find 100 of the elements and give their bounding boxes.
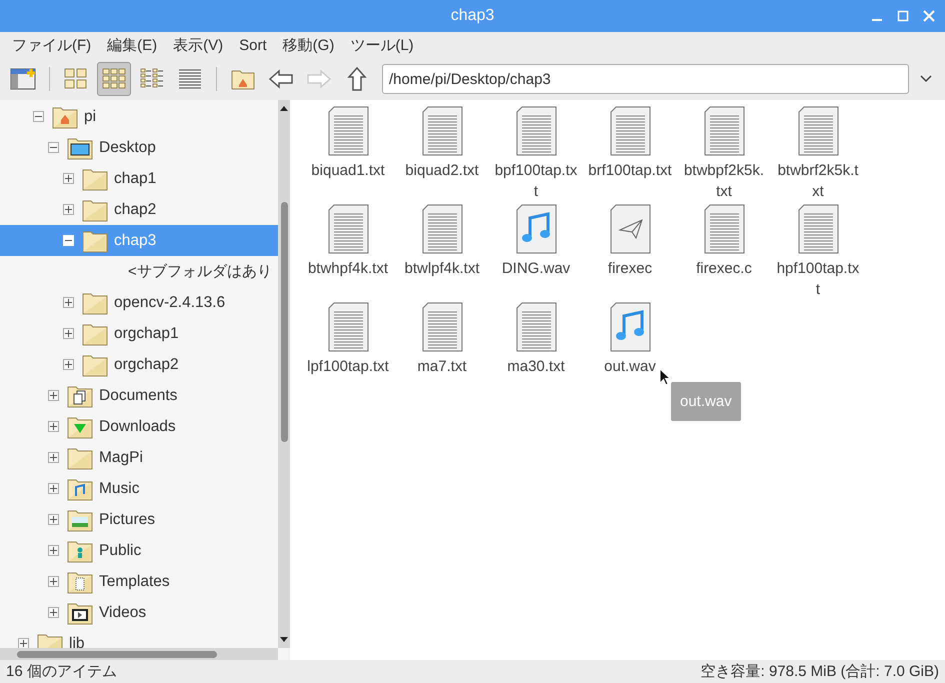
maximize-button[interactable]	[895, 8, 911, 24]
tree-item[interactable]: orgchap2	[0, 349, 278, 380]
file-item[interactable]: lpf100tap.txt	[301, 302, 395, 400]
video-folder-icon	[67, 600, 93, 624]
text-file-icon	[328, 204, 368, 254]
public-folder-icon	[67, 538, 93, 562]
expand-toggle[interactable]	[48, 483, 59, 494]
folder-icon	[82, 228, 108, 252]
folder-icon	[82, 352, 108, 376]
view-mode-button[interactable]	[97, 62, 131, 96]
maximize-icon	[897, 10, 909, 22]
text-file-icon	[704, 106, 744, 156]
expand-toggle[interactable]	[63, 204, 74, 215]
close-button[interactable]	[921, 8, 937, 24]
expand-toggle[interactable]	[48, 545, 59, 556]
menu-item[interactable]: ツール(L)	[342, 36, 422, 54]
menu-item[interactable]: 移動(G)	[274, 36, 342, 54]
large-icons-view-icon	[64, 68, 88, 90]
menu-item[interactable]: Sort	[231, 36, 275, 54]
collapse-toggle[interactable]	[48, 142, 59, 153]
menu-item[interactable]: 編集(E)	[99, 36, 166, 54]
file-item[interactable]: ma7.txt	[395, 302, 489, 400]
plus-icon	[64, 205, 73, 214]
expand-toggle[interactable]	[63, 328, 74, 339]
file-item[interactable]: firexec	[583, 204, 677, 302]
window-title: chap3	[450, 7, 494, 25]
detailed-list-view-icon	[178, 68, 202, 90]
desktop-folder-icon	[67, 136, 93, 160]
horizontal-scrollbar[interactable]	[0, 648, 278, 660]
tree-item[interactable]: Downloads	[0, 411, 278, 442]
documents-folder-icon	[67, 384, 93, 408]
plus-icon	[49, 484, 58, 493]
small-icons-view-icon	[102, 68, 126, 90]
mouse-cursor-icon	[659, 368, 671, 386]
plus-icon	[49, 577, 58, 586]
file-item[interactable]: btwhpf4k.txt	[301, 204, 395, 302]
plus-icon	[19, 639, 28, 648]
home-folder-icon	[52, 104, 78, 128]
file-item[interactable]: btwbrf2k5k.txt	[771, 106, 865, 204]
file-item[interactable]: firexec.c	[677, 204, 771, 302]
tree-item[interactable]: orgchap1	[0, 318, 278, 349]
expand-toggle[interactable]	[63, 359, 74, 370]
tree-item[interactable]: Videos	[0, 597, 278, 628]
folder-icon	[82, 322, 108, 346]
text-file-icon	[798, 106, 838, 156]
vertical-scrollbar[interactable]	[278, 100, 290, 648]
expand-toggle[interactable]	[48, 576, 59, 587]
up-arrow-icon	[346, 66, 368, 92]
file-item[interactable]: ma30.txt	[489, 302, 583, 400]
new-window-icon	[10, 67, 36, 91]
audio-file-icon	[610, 302, 650, 352]
expand-toggle[interactable]	[48, 514, 59, 525]
plus-icon	[49, 422, 58, 431]
close-icon	[923, 10, 935, 22]
file-item[interactable]: DING.wav	[489, 204, 583, 302]
file-item[interactable]: btwlpf4k.txt	[395, 204, 489, 302]
scroll-up-icon[interactable]	[279, 104, 289, 112]
text-file-icon	[798, 204, 838, 254]
tree-item[interactable]: MagPi	[0, 442, 278, 473]
expand-toggle[interactable]	[48, 390, 59, 401]
menu-item[interactable]: 表示(V)	[165, 36, 232, 54]
music-folder-icon	[67, 476, 93, 500]
file-item[interactable]: btwbpf2k5k.txt	[677, 106, 771, 204]
plus-icon	[64, 298, 73, 307]
tree-item[interactable]: Documents	[0, 380, 278, 411]
file-item[interactable]: biquad2.txt	[395, 106, 489, 204]
plus-icon	[64, 329, 73, 338]
tree-item[interactable]: chap1	[0, 163, 278, 194]
tree-item[interactable]: Pictures	[0, 504, 278, 535]
file-item[interactable]: brf100tap.txt	[583, 106, 677, 204]
plus-icon	[49, 453, 58, 462]
download-folder-icon	[67, 414, 93, 438]
file-item[interactable]: hpf100tap.txt	[771, 204, 865, 302]
menu-item[interactable]: ファイル(F)	[4, 36, 100, 54]
scroll-down-icon[interactable]	[279, 636, 289, 644]
tree-item[interactable]: Desktop	[0, 132, 278, 163]
templates-folder-icon	[67, 570, 93, 594]
tree-item[interactable]: pi	[0, 101, 278, 132]
expand-toggle[interactable]	[63, 173, 74, 184]
text-file-icon	[328, 106, 368, 156]
home-folder-icon	[231, 68, 255, 90]
expand-toggle[interactable]	[48, 607, 59, 618]
tree-item[interactable]: Templates	[0, 566, 278, 597]
tree-item[interactable]: opencv-2.4.13.6	[0, 287, 278, 318]
expand-toggle[interactable]	[48, 452, 59, 463]
expand-toggle[interactable]	[48, 421, 59, 432]
tree-item[interactable]: Music	[0, 473, 278, 504]
plus-icon	[49, 515, 58, 524]
expand-toggle[interactable]	[18, 638, 29, 648]
text-file-icon	[704, 204, 744, 254]
path-field[interactable]: /home/pi/Desktop/chap3	[382, 64, 909, 94]
text-file-icon	[422, 302, 462, 352]
file-item[interactable]: biquad1.txt	[301, 106, 395, 204]
text-file-icon	[610, 106, 650, 156]
tree-item[interactable]: Public	[0, 535, 278, 566]
text-file-icon	[516, 302, 556, 352]
collapse-toggle[interactable]	[33, 111, 44, 122]
tree-item[interactable]: chap2	[0, 194, 278, 225]
file-item[interactable]: bpf100tap.txt	[489, 106, 583, 204]
expand-toggle[interactable]	[63, 297, 74, 308]
